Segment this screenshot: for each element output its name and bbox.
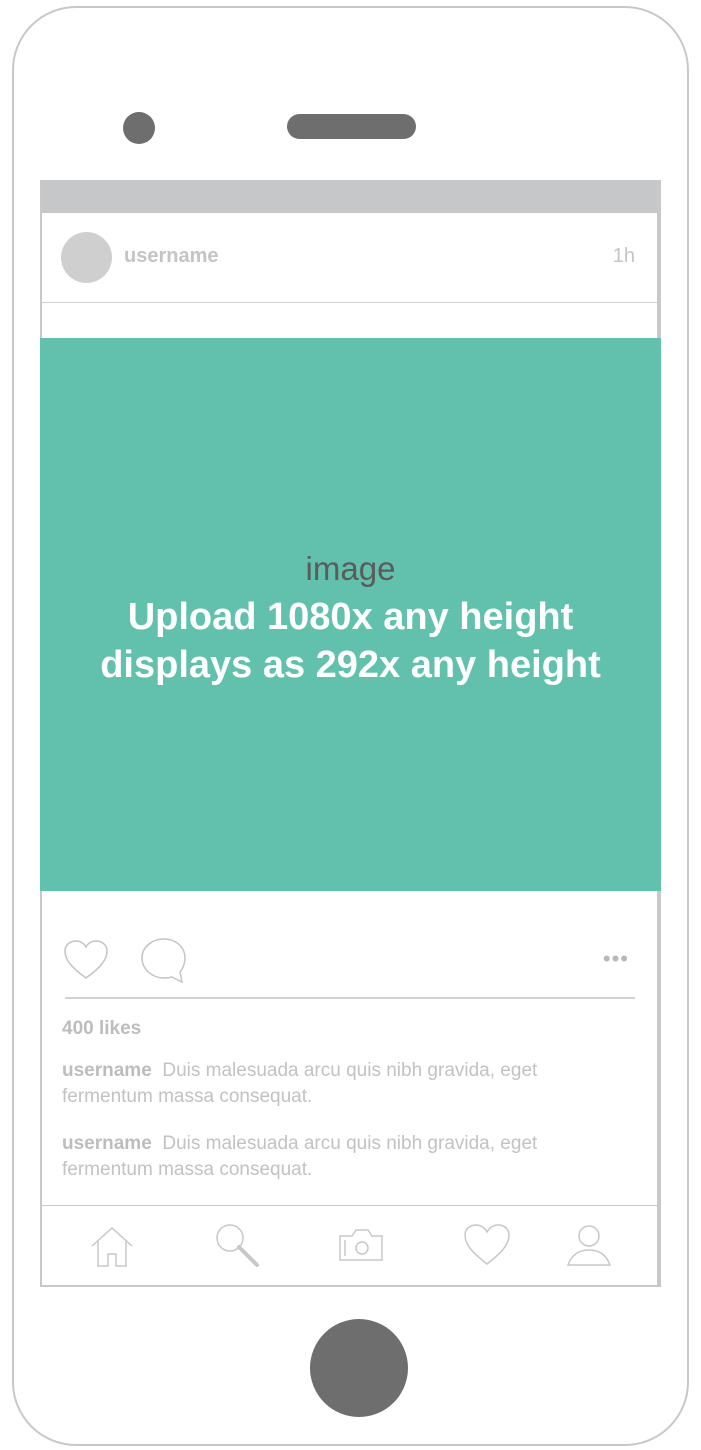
- image-size-upload: Upload 1080x any height: [127, 596, 574, 638]
- profile-icon[interactable]: [564, 1220, 614, 1270]
- post-actions: •••: [42, 932, 657, 1000]
- camera-icon[interactable]: [336, 1220, 386, 1270]
- comment-icon[interactable]: [138, 936, 190, 986]
- post-time: 1h: [612, 245, 635, 267]
- post-username[interactable]: username: [124, 245, 219, 268]
- comment-item: username Duis malesuada arcu quis nibh g…: [62, 1058, 602, 1110]
- post-header: username 1h: [42, 213, 657, 303]
- home-button[interactable]: [310, 1319, 408, 1417]
- front-camera: [123, 112, 155, 144]
- speaker: [287, 114, 416, 139]
- heart-icon[interactable]: [462, 1220, 512, 1270]
- more-icon[interactable]: •••: [603, 946, 629, 972]
- comment-username[interactable]: username: [62, 1133, 152, 1154]
- comment-item: username Duis malesuada arcu quis nibh g…: [62, 1131, 602, 1183]
- tab-bar: [42, 1205, 657, 1285]
- divider: [65, 997, 635, 999]
- image-size-display: displays as 292x any height: [100, 644, 601, 686]
- home-icon[interactable]: [87, 1220, 137, 1270]
- avatar[interactable]: [61, 232, 112, 283]
- likes-count[interactable]: 400 likes: [62, 1018, 141, 1040]
- post-image[interactable]: image Upload 1080x any height displays a…: [40, 338, 661, 891]
- heart-icon[interactable]: [62, 938, 110, 982]
- comment-username[interactable]: username: [62, 1060, 152, 1081]
- screen: username 1h image Upload 1080x any heigh…: [40, 180, 661, 1287]
- search-icon[interactable]: [212, 1220, 262, 1270]
- image-label: image: [305, 550, 396, 587]
- status-bar: [42, 180, 657, 213]
